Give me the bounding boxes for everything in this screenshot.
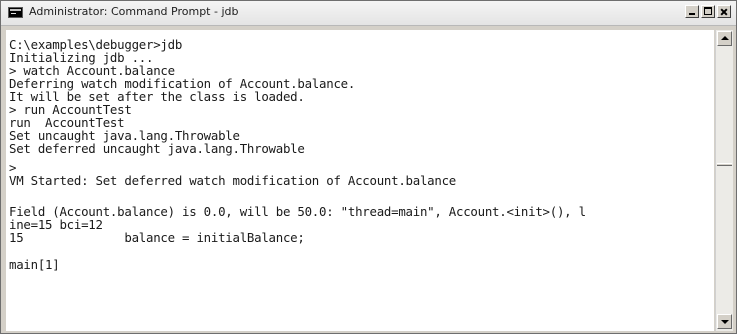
console-output[interactable]: C:\examples\debugger>jdb Initializing jd…	[6, 30, 714, 331]
close-icon[interactable]	[717, 5, 731, 18]
command-prompt-window: Administrator: Command Prompt - jdb C:\e…	[0, 0, 737, 334]
console-line: Set deferred uncaught java.lang.Throwabl…	[9, 141, 305, 156]
title-bar[interactable]: Administrator: Command Prompt - jdb	[1, 1, 736, 26]
maximize-icon[interactable]	[701, 5, 715, 18]
arrow-down-icon[interactable]	[717, 314, 732, 329]
window-title: Administrator: Command Prompt - jdb	[29, 5, 239, 18]
console-prompt: main[1]	[9, 257, 60, 272]
console-line: VM Started: Set deferred watch modificat…	[9, 173, 457, 188]
scroll-thumb[interactable]	[717, 163, 732, 166]
arrow-up-icon[interactable]	[717, 31, 732, 46]
vertical-scrollbar[interactable]	[715, 30, 733, 331]
console-line: 15 balance = initialBalance;	[9, 230, 305, 245]
console-icon[interactable]	[8, 7, 23, 18]
minimize-icon[interactable]	[685, 5, 699, 18]
